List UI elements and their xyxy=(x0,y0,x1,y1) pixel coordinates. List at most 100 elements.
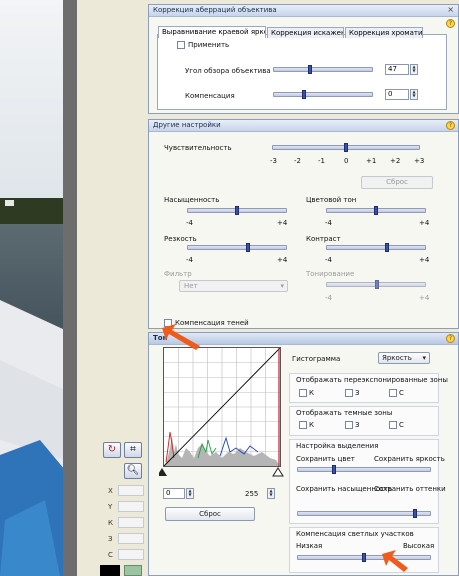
saturation-hue-thumb[interactable] xyxy=(413,509,417,518)
saturation-hue-slider[interactable] xyxy=(297,509,431,518)
hue-min: -4 xyxy=(325,219,332,227)
sharpness-slider-thumb[interactable] xyxy=(246,243,250,252)
overexposed-k-checkbox[interactable] xyxy=(299,389,307,397)
compensation-spinner[interactable]: ▲ ▼ xyxy=(410,89,418,100)
strip-divider xyxy=(63,0,77,576)
tab-chromatic[interactable]: Коррекция хроматическо xyxy=(345,27,423,38)
contrast-slider-thumb[interactable] xyxy=(385,243,389,252)
hue-slider[interactable] xyxy=(326,206,426,215)
histogram-mode-select[interactable]: Яркость ▾ xyxy=(378,352,430,364)
scale-tick: +2 xyxy=(390,157,401,165)
scale-tick: +1 xyxy=(366,157,377,165)
dark-z-checkbox[interactable] xyxy=(345,421,353,429)
close-icon[interactable]: × xyxy=(447,5,454,14)
angle-spinner[interactable]: ▲ ▼ xyxy=(410,64,418,75)
apply-checkbox[interactable] xyxy=(177,41,185,49)
overexposed-label: Отображать переэкспонированные зоны xyxy=(296,376,448,384)
sharpness-label: Резкость xyxy=(164,235,197,243)
overexposed-k-label: К xyxy=(309,389,314,397)
aberration-panel-header: Коррекция аберраций объектива × xyxy=(149,5,458,17)
dark-c-checkbox[interactable] xyxy=(389,421,397,429)
contrast-slider[interactable] xyxy=(326,243,426,252)
refresh-button[interactable] xyxy=(124,565,142,576)
coord-z-value xyxy=(118,533,144,544)
chevron-down-icon: ▾ xyxy=(280,282,284,290)
saturation-min: -4 xyxy=(186,219,193,227)
help-icon[interactable]: ? xyxy=(446,19,455,28)
input-min-field[interactable]: 0 xyxy=(163,488,185,499)
filter-select[interactable]: Нет ▾ xyxy=(179,280,288,292)
apply-label: Применить xyxy=(188,41,230,49)
sensitivity-label: Чувствительность xyxy=(164,144,232,152)
saturation-slider[interactable] xyxy=(187,206,287,215)
keep-brightness-label: Сохранить яркость xyxy=(374,455,445,463)
dark-c-label: С xyxy=(399,421,404,429)
help-icon[interactable]: ? xyxy=(446,334,455,343)
saturation-slider-thumb[interactable] xyxy=(235,206,239,215)
histogram-mode-value: Яркость xyxy=(382,354,412,362)
tab-distortion[interactable]: Коррекция искажений xyxy=(267,27,344,38)
crop-icon: ⌗ xyxy=(130,444,136,455)
zoom-tool-button[interactable]: 🔍︎ xyxy=(124,463,142,479)
compensation-label: Компенсация xyxy=(185,92,235,100)
dark-k-checkbox[interactable] xyxy=(299,421,307,429)
color-brightness-slider[interactable] xyxy=(297,465,431,474)
contrast-min: -4 xyxy=(325,256,332,264)
angle-slider[interactable] xyxy=(273,65,373,74)
photo-image xyxy=(0,0,65,576)
toning-slider-thumb[interactable] xyxy=(375,280,379,289)
angle-input[interactable]: 47 xyxy=(385,64,409,75)
aberration-panel: Коррекция аберраций объектива × ? Выравн… xyxy=(148,4,459,114)
compensation-slider[interactable] xyxy=(273,90,373,99)
coord-y-label: Y xyxy=(108,503,113,511)
rotate-tool-button[interactable]: ↻ xyxy=(103,442,121,458)
sensitivity-slider[interactable] xyxy=(272,143,420,152)
highlight-comp-slider[interactable] xyxy=(297,553,431,562)
hue-label: Цветовой тон xyxy=(306,196,357,204)
overexposed-z-checkbox[interactable] xyxy=(345,389,353,397)
reset-sensitivity-button[interactable]: Сброс xyxy=(361,176,433,189)
overexposed-c-label: С xyxy=(399,389,404,397)
input-range-markers[interactable] xyxy=(159,467,285,477)
sharpness-slider[interactable] xyxy=(187,243,287,252)
color-brightness-thumb[interactable] xyxy=(332,465,336,474)
hue-max: +4 xyxy=(419,219,430,227)
tab-edge-brightness[interactable]: Выравнивание краевой яркости xyxy=(158,26,266,38)
dark-label: Отображать темные зоны xyxy=(296,409,393,417)
overexposed-c-checkbox[interactable] xyxy=(389,389,397,397)
saturation-label: Насыщенность xyxy=(164,196,220,204)
coord-y-value xyxy=(118,501,144,512)
hue-slider-thumb[interactable] xyxy=(374,206,378,215)
sharpness-min: -4 xyxy=(186,256,193,264)
toning-max: +4 xyxy=(419,294,430,302)
reset-tone-button[interactable]: Сброс xyxy=(165,507,255,521)
tone-curve-svg[interactable] xyxy=(163,347,281,467)
compensation-input[interactable]: 0 xyxy=(385,89,409,100)
toning-slider[interactable] xyxy=(326,280,426,289)
compensation-slider-thumb[interactable] xyxy=(302,90,306,99)
sensitivity-slider-thumb[interactable] xyxy=(344,143,348,152)
sharpness-max: +4 xyxy=(277,256,288,264)
coord-z-label: З xyxy=(108,535,113,543)
tone-panel: Тон ? 0 ▲ ▼ 255 ▲ ▼ Сброс Гистограмма Ярко… xyxy=(148,332,459,576)
tone-curve-graph[interactable] xyxy=(163,347,281,467)
input-max-spinner[interactable]: ▲ ▼ xyxy=(267,488,275,499)
histogram-label: Гистограмма xyxy=(292,355,341,363)
highlight-comp-thumb[interactable] xyxy=(362,553,366,562)
contrast-max: +4 xyxy=(419,256,430,264)
scale-tick: 0 xyxy=(344,157,349,165)
coord-c-label: С xyxy=(108,551,113,559)
color-swatch xyxy=(100,565,120,576)
input-min-spinner[interactable]: ▲ ▼ xyxy=(186,488,194,499)
coord-c-value xyxy=(118,549,144,560)
other-settings-title: Другие настройки xyxy=(153,121,221,129)
crop-tool-button[interactable]: ⌗ xyxy=(124,442,142,458)
angle-slider-thumb[interactable] xyxy=(308,65,312,74)
other-settings-header: Другие настройки xyxy=(149,120,458,132)
coord-k-label: К xyxy=(108,519,113,527)
input-max-value: 255 xyxy=(245,490,259,498)
scale-tick: -1 xyxy=(318,157,325,165)
help-icon[interactable]: ? xyxy=(446,121,455,130)
highlight-comp-label: Компенсация светлых участков xyxy=(296,530,414,538)
coord-x-value xyxy=(118,485,144,496)
